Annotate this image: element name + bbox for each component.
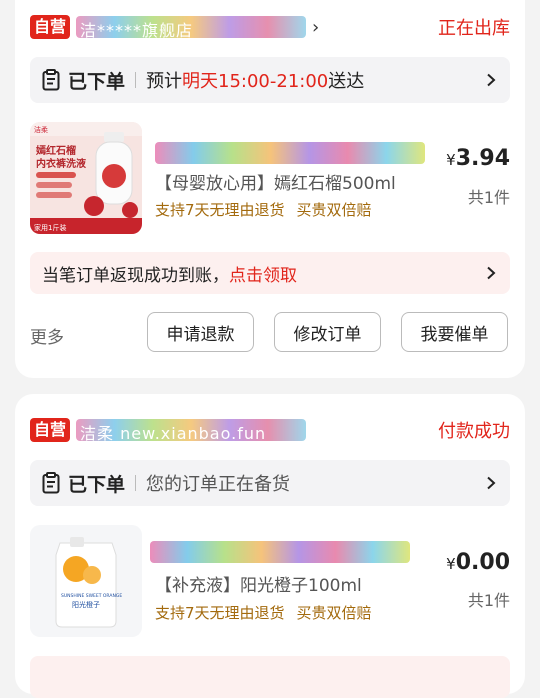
store-header[interactable]: 自营 洁柔 new.xianbao.fun 付款成功	[30, 415, 510, 445]
delivery-estimate: 预计明天15:00-21:00送达	[146, 71, 365, 92]
product-spec: 【补充液】阳光橙子100ml	[155, 576, 362, 596]
order-tracking-bar[interactable]: 已下单 您的订单正在备货	[30, 460, 510, 506]
divider	[135, 72, 137, 88]
document-icon	[42, 69, 60, 91]
self-operated-badge: 自营	[30, 15, 71, 39]
service-tags: 支持7天无理由退货 买贵双倍赔	[155, 199, 384, 220]
document-icon	[42, 472, 60, 494]
modify-order-button[interactable]: 修改订单	[274, 312, 381, 352]
product-title[interactable]	[155, 142, 425, 164]
tag-price-guarantee: 买贵双倍赔	[296, 604, 372, 622]
urge-order-button[interactable]: 我要催单	[401, 312, 508, 352]
more-options[interactable]: 更多	[30, 323, 64, 348]
product-title[interactable]	[150, 541, 410, 563]
order-tracking-bar[interactable]: 已下单 预计明天15:00-21:00送达	[30, 57, 510, 103]
service-tags: 支持7天无理由退货 买贵双倍赔	[155, 602, 384, 623]
svg-text:洁柔: 洁柔	[34, 125, 48, 134]
order-status: 正在出库	[438, 18, 510, 39]
divider	[135, 475, 137, 491]
product-spec: 【母婴放心用】嫣红石榴500ml	[155, 174, 396, 194]
self-operated-badge: 自营	[30, 418, 71, 442]
svg-text:嫣红石榴: 嫣红石榴	[35, 144, 76, 157]
tracking-title: 已下单	[68, 70, 126, 93]
next-banner[interactable]	[30, 656, 510, 698]
tag-seven-day-return: 支持7天无理由退货	[155, 604, 285, 622]
order-card-1[interactable]: 自营 洁*****旗舰店 › 正在出库 已下单 预计明天15:00-21:00送…	[15, 0, 525, 378]
cashback-banner[interactable]: 当笔订单返现成功到账，点击领取	[30, 252, 510, 294]
svg-text:内衣裤洗液: 内衣裤洗液	[36, 157, 86, 170]
product-quantity: 共1件	[467, 591, 510, 610]
svg-text:家用1斤装: 家用1斤装	[34, 223, 66, 232]
store-name[interactable]: 洁柔 new.xianbao.fun	[76, 419, 307, 443]
cashback-text: 当笔订单返现成功到账，点击领取	[42, 265, 297, 286]
chevron-right-icon[interactable]	[486, 73, 496, 87]
tag-price-guarantee: 买贵双倍赔	[296, 201, 372, 219]
tracking-status-text: 您的订单正在备货	[146, 474, 291, 495]
chevron-right-icon[interactable]	[486, 266, 496, 280]
request-refund-button[interactable]: 申请退款	[147, 312, 254, 352]
tracking-title: 已下单	[68, 473, 126, 496]
product-thumbnail[interactable]: 洁柔 嫣红石榴 内衣裤洗液 家用1斤装	[30, 122, 142, 234]
product-price: ¥0.00	[446, 550, 510, 575]
product-thumbnail[interactable]: SUNSHINE SWEET ORANGE 阳光橙子	[30, 525, 142, 637]
claim-link[interactable]: 点击领取	[229, 266, 297, 286]
product-quantity: 共1件	[467, 188, 510, 207]
order-status: 付款成功	[438, 421, 510, 442]
tag-seven-day-return: 支持7天无理由退货	[155, 201, 285, 219]
store-header[interactable]: 自营 洁*****旗舰店 › 正在出库	[30, 12, 510, 42]
order-card-2[interactable]: 自营 洁柔 new.xianbao.fun 付款成功 已下单 您的订单正在备货 …	[15, 394, 525, 698]
svg-text:阳光橙子: 阳光橙子	[72, 600, 100, 609]
store-name[interactable]: 洁*****旗舰店	[76, 16, 307, 40]
svg-text:SUNSHINE SWEET ORANGE: SUNSHINE SWEET ORANGE	[61, 593, 122, 599]
product-price: ¥3.94	[446, 146, 510, 171]
chevron-right-icon[interactable]	[486, 476, 496, 490]
chevron-right-icon[interactable]: ›	[312, 17, 319, 38]
